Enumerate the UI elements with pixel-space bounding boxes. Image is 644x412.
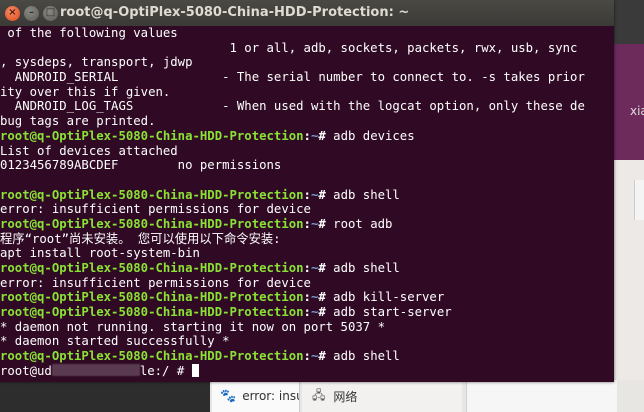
terminal-line: ANDROID_SERIAL - The serial number to co…	[0, 70, 585, 85]
background-panel-right	[466, 380, 617, 412]
prompt-symbol: #	[318, 216, 334, 231]
prompt-line: root@q-OptiPlex-5080-China-HDD-Protectio…	[0, 188, 614, 203]
prompt-symbol: #	[318, 305, 334, 320]
terminal-line: * daemon not running. starting it now on…	[0, 319, 385, 334]
background-error-text: error: insuf	[242, 389, 299, 403]
terminal-line: ANDROID_LOG_TAGS - When used with the lo…	[0, 99, 585, 114]
prompt-symbol: #	[318, 128, 334, 143]
maximize-button[interactable]: □	[43, 5, 58, 21]
prompt-colon: :	[303, 305, 311, 320]
command-text: adb shell	[333, 261, 400, 275]
prompt-symbol: #	[318, 187, 334, 202]
prompt-colon: :	[303, 216, 311, 231]
network-label: 网络	[333, 389, 358, 404]
redacted-block	[51, 363, 140, 376]
background-search-result[interactable]: 🐾 error: insuf	[212, 380, 300, 412]
command-text: adb devices	[333, 128, 415, 143]
prompt-line: root@q-OptiPlex-5080-China-HDD-Protectio…	[0, 349, 614, 364]
prompt-line: root@q-OptiPlex-5080-China-HDD-Protectio…	[0, 261, 614, 276]
window-controls: × – □	[0, 5, 58, 21]
prompt-user: root@q-OptiPlex-5080-China-HDD-Protectio…	[0, 216, 304, 231]
prompt-line: root@q-OptiPlex-5080-China-HDD-Protectio…	[0, 129, 614, 144]
terminal-line: bug tags are printed.	[0, 114, 156, 129]
prompt-colon: :	[303, 187, 311, 202]
shell-prompt-end: le:/ #	[139, 363, 192, 378]
close-button[interactable]: ×	[5, 5, 20, 21]
terminal-line: apt install root-system-bin	[0, 246, 200, 261]
command-text: adb kill-server	[333, 290, 445, 305]
terminal-line: List of devices attached	[0, 143, 178, 158]
background-panel	[634, 180, 644, 220]
terminal-window[interactable]: × – □ root@q-OptiPlex-5080-China-HDD-Pro…	[0, 0, 614, 382]
terminal-line: error: insufficient permissions for devi…	[0, 275, 311, 290]
terminal-line: 程序“root”尚未安装。 您可以使用以下命令安装:	[0, 231, 281, 246]
prompt-line: root@q-OptiPlex-5080-China-HDD-Protectio…	[0, 305, 614, 320]
command-text: adb start-server	[333, 305, 452, 320]
paw-icon: 🐾	[220, 388, 237, 404]
command-text: adb shell	[333, 349, 400, 364]
background-dark-area	[0, 380, 210, 412]
prompt-user: root@q-OptiPlex-5080-China-HDD-Protectio…	[0, 261, 304, 275]
command-text: root adb	[333, 216, 393, 231]
terminal-line: 1 or all, adb, sockets, packets, rwx, us…	[0, 40, 578, 55]
background-window-bottom: 🐾 error: insuf 🖧 网络	[0, 380, 644, 412]
minimize-button[interactable]: –	[24, 5, 39, 21]
prompt-symbol: #	[318, 349, 334, 364]
prompt-user: root@q-OptiPlex-5080-China-HDD-Protectio…	[0, 349, 304, 364]
window-title: root@q-OptiPlex-5080-China-HDD-Protectio…	[60, 5, 410, 20]
terminal-line: 0123456789ABCDEF no permissions	[0, 158, 282, 173]
prompt-colon: :	[303, 261, 311, 275]
terminal-line: , sysdeps, transport, jdwp	[0, 55, 193, 70]
network-icon: 🖧	[312, 387, 326, 402]
terminal-line: * daemon started successfully *	[0, 334, 230, 349]
prompt-colon: :	[303, 128, 311, 143]
command-text: adb shell	[333, 187, 400, 202]
prompt-colon: :	[303, 349, 311, 364]
background-text: xia	[630, 104, 644, 118]
prompt-symbol: #	[318, 290, 334, 305]
prompt-user: root@q-OptiPlex-5080-China-HDD-Protectio…	[0, 187, 304, 202]
shell-prompt-start: root@ud	[0, 363, 52, 378]
titlebar[interactable]: × – □ root@q-OptiPlex-5080-China-HDD-Pro…	[0, 0, 614, 26]
terminal-line: of the following values	[0, 26, 178, 40]
terminal-output[interactable]: of the following values 1 or all, adb, s…	[0, 26, 614, 382]
prompt-symbol: #	[318, 261, 334, 275]
shell-prompt-line: root@ud le:/ #	[0, 363, 614, 379]
terminal-line: ity over this if given.	[0, 84, 171, 99]
prompt-colon: :	[303, 290, 311, 305]
prompt-user: root@q-OptiPlex-5080-China-HDD-Protectio…	[0, 290, 304, 305]
prompt-line: root@q-OptiPlex-5080-China-HDD-Protectio…	[0, 217, 614, 232]
prompt-user: root@q-OptiPlex-5080-China-HDD-Protectio…	[0, 305, 304, 320]
prompt-user: root@q-OptiPlex-5080-China-HDD-Protectio…	[0, 128, 304, 143]
background-network-item[interactable]: 🖧 网络	[302, 380, 462, 412]
terminal-line: error: insufficient permissions for devi…	[0, 202, 311, 217]
background-window-right: xia	[614, 0, 644, 412]
text-cursor	[191, 363, 199, 377]
prompt-line: root@q-OptiPlex-5080-China-HDD-Protectio…	[0, 290, 614, 305]
